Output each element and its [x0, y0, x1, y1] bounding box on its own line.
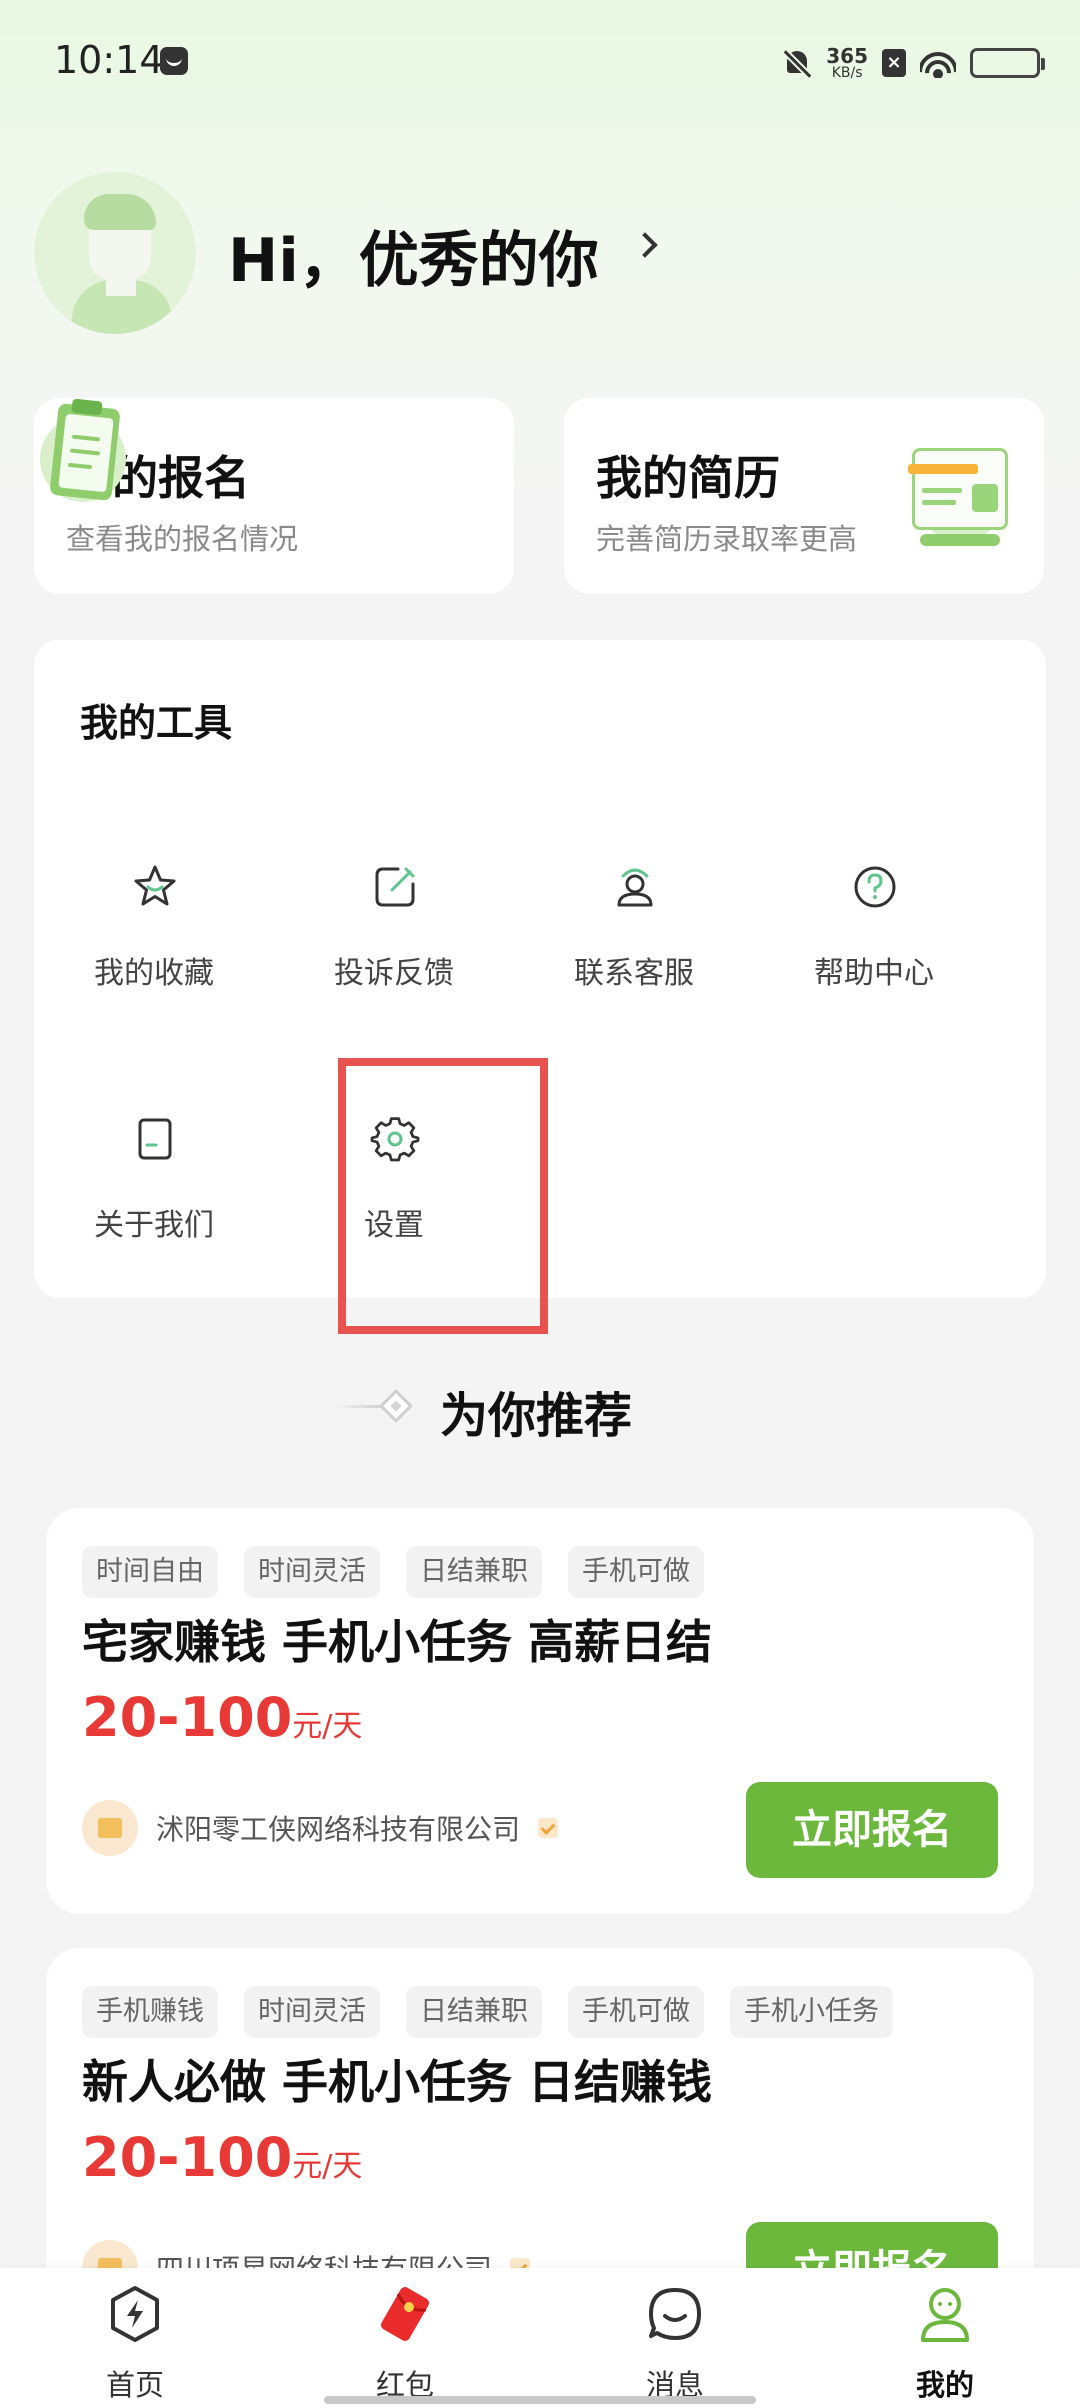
my-applications-subtitle: 查看我的报名情况 — [66, 522, 299, 556]
salary-unit: 元/天 — [292, 1709, 363, 1744]
job-tag: 手机可做 — [568, 1986, 704, 2038]
help-icon — [854, 866, 896, 908]
diamond-icon — [379, 1389, 413, 1423]
greeting-text[interactable]: Hi，优秀的你 — [228, 212, 599, 299]
tool-feedback-label: 投诉反馈 — [334, 956, 454, 991]
wifi-icon — [920, 48, 956, 78]
nav-item-messages[interactable]: 消息 — [585, 2268, 765, 2408]
no-sim-icon: × — [882, 49, 906, 77]
job-tag: 时间灵活 — [244, 1546, 380, 1598]
job-tag: 时间自由 — [82, 1546, 218, 1598]
home-indicator[interactable] — [324, 2396, 756, 2404]
customer-service-icon — [617, 868, 653, 907]
message-icon — [649, 2288, 701, 2340]
tool-about-us[interactable]: 关于我们 — [34, 1114, 274, 1264]
job-tag: 日结兼职 — [406, 1546, 542, 1598]
nav-item-home[interactable]: 首页 — [45, 2268, 225, 2408]
bottom-nav: 首页 红包 消息 我的 — [0, 2268, 1080, 2408]
bell-off-icon — [782, 48, 812, 78]
tool-favorites-label: 我的收藏 — [94, 956, 214, 991]
tool-about-us-label: 关于我们 — [94, 1208, 214, 1243]
avatar[interactable] — [34, 172, 196, 334]
job-tag: 手机可做 — [568, 1546, 704, 1598]
job-salary: 20-100元/天 — [82, 2126, 362, 2189]
resume-icon — [908, 438, 1008, 550]
job-tags: 手机赚钱 时间灵活 日结兼职 手机可做 手机小任务 — [82, 1986, 893, 2038]
my-resume-title: 我的简历 — [596, 451, 780, 505]
battery-icon — [970, 48, 1045, 78]
profile-icon — [921, 2288, 969, 2342]
tool-favorites[interactable]: 我的收藏 — [34, 862, 274, 1012]
job-tags: 时间自由 时间灵活 日结兼职 手机可做 — [82, 1546, 704, 1598]
network-speed-value: 365 — [826, 44, 868, 68]
nav-label-home: 首页 — [105, 2368, 164, 2402]
recommend-title: 为你推荐 — [440, 1388, 633, 1444]
tool-help-center[interactable]: 帮助中心 — [754, 862, 994, 1012]
star-icon — [134, 865, 176, 906]
nav-item-red-envelope[interactable]: 红包 — [315, 2268, 495, 2408]
salary-unit: 元/天 — [292, 2149, 363, 2184]
tool-feedback[interactable]: 投诉反馈 — [274, 862, 514, 1012]
nav-item-profile[interactable]: 我的 — [855, 2268, 1035, 2408]
document-icon — [138, 1118, 172, 1160]
red-envelope-icon — [380, 2287, 430, 2341]
tool-help-center-label: 帮助中心 — [814, 956, 934, 991]
job-salary: 20-100元/天 — [82, 1686, 362, 1749]
company-name: 沭阳零工侠网络科技有限公司 — [156, 1813, 521, 1846]
lightning-icon — [111, 2286, 159, 2342]
job-tag: 手机赚钱 — [82, 1986, 218, 2038]
verified-icon — [538, 1818, 559, 1838]
clipboard-icon — [34, 398, 134, 510]
my-resume-card[interactable]: 我的简历 完善简历录取率更高 — [564, 398, 1044, 594]
tool-customer-service[interactable]: 联系客服 — [514, 862, 754, 1012]
network-speed: 365 KB/s — [826, 46, 868, 80]
salary-amount: 20-100 — [82, 2126, 293, 2189]
apply-button[interactable]: 立即报名 — [746, 1782, 998, 1878]
settings-highlight-box — [338, 1058, 548, 1334]
job-title: 宅家赚钱 手机小任务 高薪日结 — [82, 1615, 713, 1669]
edit-icon — [375, 867, 415, 907]
company-logo — [82, 1800, 138, 1856]
job-tag: 手机小任务 — [730, 1986, 893, 2038]
network-speed-unit: KB/s — [831, 65, 863, 81]
job-tag: 时间灵活 — [244, 1986, 380, 2038]
recommend-header: 为你推荐 — [0, 1370, 1080, 1444]
status-indicators: 365 KB/s × — [782, 38, 1045, 88]
nav-label-profile: 我的 — [915, 2368, 974, 2402]
status-time: 10:14 — [54, 38, 164, 82]
tool-customer-service-label: 联系客服 — [574, 956, 694, 991]
job-title: 新人必做 手机小任务 日结赚钱 — [82, 2055, 713, 2109]
salary-amount: 20-100 — [82, 1686, 293, 1749]
job-tag: 日结兼职 — [406, 1986, 542, 2038]
tools-title: 我的工具 — [80, 701, 233, 745]
notification-icon — [160, 47, 188, 75]
my-applications-card[interactable]: 我的报名 查看我的报名情况 — [34, 398, 514, 594]
company-info: 沭阳零工侠网络科技有限公司 — [82, 1800, 559, 1856]
my-resume-subtitle: 完善简历录取率更高 — [596, 522, 858, 556]
status-bar: 10:14 365 KB/s × — [0, 0, 1080, 125]
job-card[interactable]: 时间自由 时间灵活 日结兼职 手机可做 宅家赚钱 手机小任务 高薪日结 20-1… — [46, 1508, 1034, 1914]
